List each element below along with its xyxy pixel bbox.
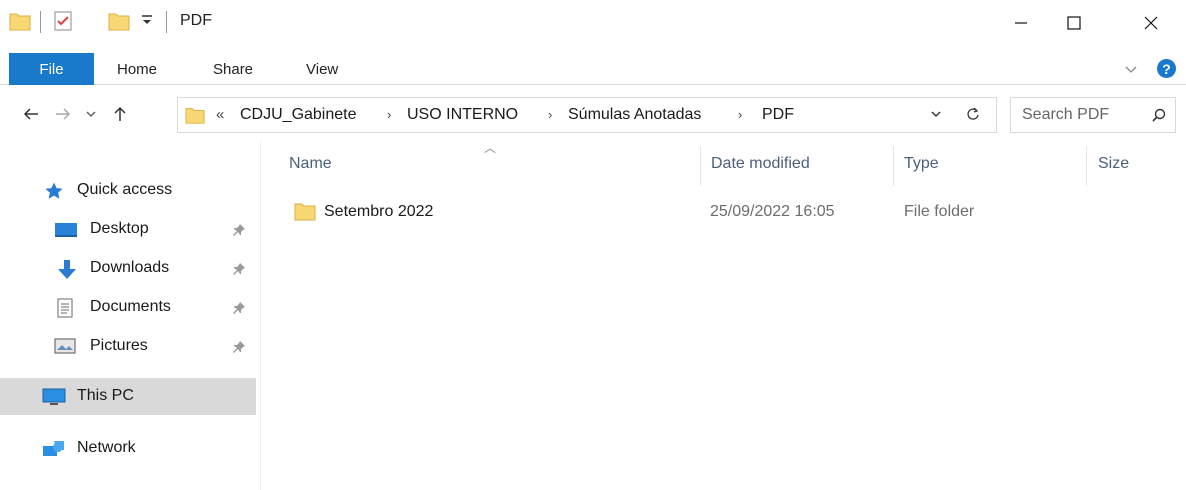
column-divider[interactable]: [893, 146, 894, 186]
pictures-icon: [54, 337, 76, 357]
address-bar[interactable]: « CDJU_Gabinete › USO INTERNO › Súmulas …: [177, 97, 997, 133]
help-icon[interactable]: ?: [1157, 59, 1176, 78]
breadcrumb-item[interactable]: USO INTERNO: [407, 106, 518, 124]
nav-item-downloads[interactable]: Downloads: [0, 250, 256, 287]
recent-locations-button[interactable]: [80, 103, 102, 125]
quick-access-divider: [40, 11, 41, 33]
refresh-button[interactable]: [962, 103, 984, 125]
maximize-button[interactable]: [1051, 0, 1097, 46]
file-name[interactable]: Setembro 2022: [324, 203, 433, 221]
tab-file[interactable]: File: [9, 53, 94, 85]
network-icon: [42, 439, 64, 459]
tab-view[interactable]: View: [306, 61, 338, 78]
folder-icon: [185, 105, 205, 130]
download-icon: [56, 259, 78, 279]
up-arrow-icon: [114, 106, 126, 121]
up-button[interactable]: [109, 103, 131, 125]
properties-icon[interactable]: [52, 10, 74, 37]
desktop-icon: [54, 220, 77, 240]
minimize-icon: [1015, 22, 1027, 24]
computer-icon: [42, 387, 66, 407]
window-title: PDF: [180, 12, 212, 29]
breadcrumb-item[interactable]: Súmulas Anotadas: [568, 106, 701, 124]
chevron-down-icon: [86, 111, 96, 117]
expand-ribbon-icon[interactable]: [1123, 61, 1139, 77]
nav-label: Pictures: [90, 337, 148, 354]
forward-arrow-icon: [56, 108, 71, 120]
search-box[interactable]: Search PDF: [1010, 97, 1176, 133]
nav-item-network[interactable]: Network: [0, 430, 256, 467]
nav-item-pictures[interactable]: Pictures: [0, 328, 256, 365]
column-header-name[interactable]: Name: [289, 155, 332, 173]
documents-icon: [56, 298, 78, 318]
title-bar: PDF: [0, 0, 1186, 46]
refresh-icon: [967, 107, 979, 120]
back-arrow-icon: [23, 108, 38, 120]
back-button[interactable]: [20, 103, 42, 125]
tab-share[interactable]: Share: [213, 61, 253, 78]
column-header-size[interactable]: Size: [1098, 155, 1129, 173]
pin-icon[interactable]: [232, 301, 246, 320]
new-folder-icon[interactable]: [108, 10, 130, 37]
file-type: File folder: [904, 203, 975, 220]
column-header-date-modified[interactable]: Date modified: [711, 155, 810, 173]
column-divider[interactable]: [700, 146, 701, 186]
sort-ascending-icon: ︿: [484, 141, 497, 155]
nav-item-documents[interactable]: Documents: [0, 289, 256, 326]
nav-label: Quick access: [77, 181, 173, 198]
search-input[interactable]: Search PDF: [1022, 106, 1109, 124]
breadcrumb-separator[interactable]: ›: [738, 107, 742, 122]
pin-icon[interactable]: [232, 223, 246, 242]
address-dropdown-button[interactable]: [928, 103, 944, 125]
nav-item-this-pc[interactable]: This PC: [0, 378, 256, 415]
breadcrumb-item[interactable]: CDJU_Gabinete: [240, 106, 357, 124]
breadcrumb-separator[interactable]: ›: [387, 107, 391, 122]
pane-divider[interactable]: [260, 140, 261, 490]
nav-label: Desktop: [90, 220, 149, 237]
ribbon: File Home Share View ?: [0, 53, 1186, 85]
file-row[interactable]: Setembro 2022 25/09/2022 16:05 File fold…: [285, 196, 1165, 228]
nav-item-quick-access[interactable]: Quick access: [0, 172, 256, 209]
chevron-down-icon: [931, 111, 941, 117]
nav-label: This PC: [77, 387, 134, 404]
column-header-type[interactable]: Type: [904, 155, 939, 173]
customize-quick-access-icon[interactable]: [140, 14, 154, 33]
file-date-modified: 25/09/2022 16:05: [710, 203, 835, 220]
close-icon: [1144, 16, 1158, 30]
nav-label: Documents: [90, 298, 171, 315]
folder-icon: [294, 200, 316, 227]
folder-icon: [9, 10, 31, 37]
pin-icon[interactable]: [232, 340, 246, 359]
forward-button[interactable]: [52, 103, 74, 125]
breadcrumb-overflow[interactable]: «: [216, 106, 224, 123]
column-divider[interactable]: [1086, 146, 1087, 186]
title-divider: [166, 11, 167, 33]
nav-label: Network: [77, 439, 136, 456]
tab-home[interactable]: Home: [117, 61, 157, 78]
pin-icon[interactable]: [232, 262, 246, 281]
nav-label: Downloads: [90, 259, 170, 276]
breadcrumb-item[interactable]: PDF: [762, 106, 794, 124]
close-button[interactable]: [1128, 0, 1174, 46]
nav-item-desktop[interactable]: Desktop: [0, 211, 256, 248]
breadcrumb-separator[interactable]: ›: [548, 107, 552, 122]
search-icon[interactable]: [1151, 107, 1167, 128]
star-icon: [44, 181, 66, 201]
navigation-pane: Quick access Desktop Downloads Documents: [0, 140, 262, 490]
minimize-button[interactable]: [998, 0, 1044, 46]
maximize-icon: [1067, 16, 1081, 30]
